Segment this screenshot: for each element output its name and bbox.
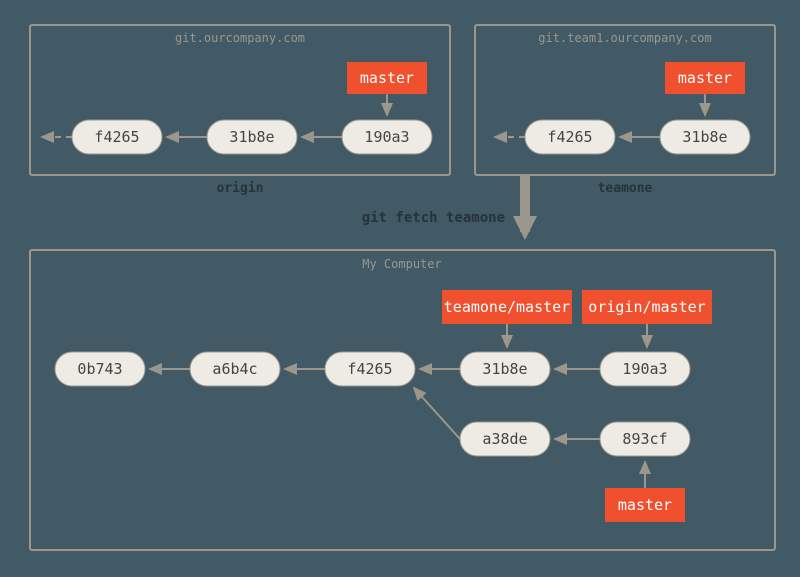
teamone-url: git.team1.ourcompany.com [538, 31, 711, 45]
local-master-ref-label: master [618, 496, 672, 514]
origin-url: git.ourcompany.com [175, 31, 305, 45]
teamone-master-tracking-label: teamone/master [444, 298, 570, 316]
local-title: My Computer [362, 257, 441, 271]
git-fetch-diagram: git.ourcompany.com master f4265 31b8e 19… [0, 0, 800, 577]
teamone-caption: teamone [598, 181, 653, 196]
teamone-commit-f4265-label: f4265 [547, 128, 592, 146]
local-commit-a6b4c-label: a6b4c [212, 360, 257, 378]
origin-commit-190a3-label: 190a3 [364, 128, 409, 146]
fetch-command: git fetch teamone [362, 210, 505, 226]
local-commit-0b743-label: 0b743 [77, 360, 122, 378]
origin-commit-31b8e-label: 31b8e [229, 128, 274, 146]
teamone-commit-31b8e-label: 31b8e [682, 128, 727, 146]
origin-commit-f4265-label: f4265 [94, 128, 139, 146]
local-commit-31b8e-label: 31b8e [482, 360, 527, 378]
local-commit-f4265-label: f4265 [347, 360, 392, 378]
local-commit-893cf-label: 893cf [622, 430, 667, 448]
origin-master-tracking-label: origin/master [588, 298, 705, 316]
local-commit-190a3-label: 190a3 [622, 360, 667, 378]
edge-l-a38de-f4265 [414, 388, 460, 439]
local-commit-a38de-label: a38de [482, 430, 527, 448]
teamone-master-ref-label: master [678, 69, 732, 87]
origin-caption: origin [217, 181, 264, 196]
origin-master-ref-label: master [360, 69, 414, 87]
